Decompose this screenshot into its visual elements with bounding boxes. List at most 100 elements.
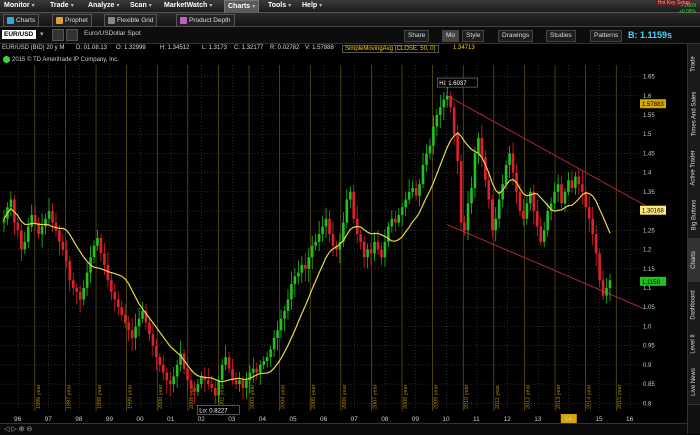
candle-body: [123, 314, 127, 323]
candle-body: [352, 191, 356, 219]
candle-body: [525, 203, 529, 219]
side-tab-live-news[interactable]: Live News: [688, 360, 700, 405]
candle-body: [380, 249, 383, 258]
symbol-dropdown-icon[interactable]: ▾: [40, 30, 44, 38]
subtab-charts[interactable]: Charts: [3, 14, 40, 27]
symbol-input[interactable]: EUR/USD: [2, 30, 36, 39]
year-label: 2005 year: [311, 384, 317, 409]
candle-body: [425, 153, 428, 165]
study-info-bar: EUR/USD (BID) 20 y M D: 01.08.13 O: 1.32…: [0, 44, 687, 55]
candle-body: [376, 241, 380, 250]
sma-value: 1.34713: [453, 45, 475, 51]
candle-body: [473, 153, 477, 189]
year-label: 2007 year: [372, 384, 378, 409]
share-button[interactable]: Share: [404, 30, 430, 42]
menu-monitor[interactable]: Monitor ▾: [4, 0, 35, 12]
y-tick-label: 0.8: [643, 401, 652, 407]
chart-toolbar: EUR/USD ▾ Euro/USDollar Spot Share Mo St…: [0, 27, 700, 44]
candle-body: [463, 222, 466, 231]
candle-body: [532, 191, 536, 212]
bid-price: B: 1.1159s: [627, 30, 672, 40]
candle-body: [134, 326, 137, 338]
candle-body: [459, 161, 463, 223]
side-tab-active-trader[interactable]: Active Trader: [688, 144, 700, 193]
candle-body: [30, 214, 34, 227]
y-tick-label: 1.6: [643, 94, 652, 100]
candle-body: [68, 261, 72, 281]
side-tab-trade[interactable]: Trade: [688, 44, 700, 85]
style-button[interactable]: Style: [462, 30, 485, 42]
candle-body: [252, 368, 255, 373]
side-tab-times-and-sales[interactable]: Times And Sales: [688, 84, 700, 145]
menu-charts[interactable]: Charts ▾: [224, 0, 260, 14]
candle-body: [411, 188, 414, 192]
y-tick-label: 0.85: [643, 382, 655, 388]
candle-body: [96, 238, 99, 246]
sma-study-label[interactable]: SimpleMovingAvg (CLOSE, 50, 0): [342, 45, 439, 53]
y-tick-label: 1.55: [643, 113, 655, 119]
charts-subtab-bar: Charts Prophet Flexible Grid Product Dep…: [0, 13, 700, 35]
candle-body: [494, 218, 498, 231]
candle-body: [373, 241, 376, 254]
candle-body: [82, 287, 85, 300]
side-tab-charts[interactable]: Charts: [688, 238, 700, 283]
link-icon[interactable]: [52, 29, 64, 41]
candle-body: [328, 218, 331, 235]
menu-help[interactable]: Help ▾: [302, 0, 322, 12]
candle-body: [148, 322, 151, 335]
candle-body: [608, 280, 612, 288]
candle-body: [224, 357, 227, 365]
candle-body: [487, 180, 491, 200]
menu-trade[interactable]: Trade ▾: [50, 0, 74, 12]
candle-body: [71, 280, 75, 288]
side-tab-level-ii[interactable]: Level II: [688, 328, 700, 361]
candle-body: [594, 234, 598, 254]
candle-body: [497, 199, 501, 219]
menu-scan[interactable]: Scan ▾: [130, 0, 152, 12]
candle-body: [207, 380, 210, 385]
candle-body: [407, 191, 411, 200]
right-side-panel: Trade Times And Sales Active Trader Big …: [687, 44, 700, 434]
y-tick-label: 1.45: [643, 151, 655, 157]
subtab-flexible-grid[interactable]: Flexible Grid: [104, 14, 158, 27]
candle-body: [265, 357, 269, 362]
drawings-button[interactable]: Drawings: [498, 30, 534, 42]
candle-body: [567, 180, 570, 192]
candle-body: [321, 226, 324, 235]
menu-tools[interactable]: Tools ▾: [268, 0, 291, 12]
candle-body: [556, 184, 560, 192]
menu-marketwatch[interactable]: MarketWatch ▾: [164, 0, 212, 12]
bar-range: R: 0.02782: [270, 45, 300, 51]
candle-body: [466, 203, 470, 231]
patterns-button[interactable]: Patterns: [590, 30, 623, 42]
candle-body: [560, 184, 563, 204]
y-tick-label: 1.4: [643, 171, 652, 177]
mode-button[interactable]: Mo: [442, 30, 460, 42]
subtab-prophet[interactable]: Prophet: [52, 14, 92, 27]
studies-button[interactable]: Studies: [546, 30, 576, 42]
candle-body: [397, 214, 401, 223]
ticker-change-pct: +0.08%: [678, 9, 696, 15]
year-label: 2009 year: [434, 384, 440, 409]
menu-analyze[interactable]: Analyze ▾: [88, 0, 119, 12]
zoom-controls-icon[interactable]: ◁ ▷ ⊕ ⊖: [4, 425, 32, 433]
side-tab-dashboard[interactable]: Dashboard: [688, 282, 700, 329]
candle-body: [518, 191, 522, 212]
candle-body: [490, 199, 494, 231]
candle-body: [130, 330, 134, 338]
candle-body: [300, 264, 304, 273]
side-tab-big-buttons[interactable]: Big Buttons: [688, 192, 700, 239]
candle-body: [85, 272, 89, 288]
candle-body: [2, 218, 6, 223]
subtab-product-depth[interactable]: Product Depth: [176, 14, 235, 27]
price-chart[interactable]: 1996 year 1997 year 1998 year 1999 year 2000…: [0, 55, 687, 423]
candle-body: [369, 249, 373, 254]
x-tick-label: 05: [289, 416, 297, 423]
bar-low: L: 1.3173: [202, 45, 228, 51]
y-tick-label: 1.5: [643, 132, 652, 138]
x-tick-label: 96: [14, 416, 22, 423]
settings-icon[interactable]: [66, 29, 78, 41]
bar-open: O: 1.32999: [116, 45, 146, 51]
depth-icon: [180, 16, 187, 24]
trend-channel: [447, 95, 646, 310]
